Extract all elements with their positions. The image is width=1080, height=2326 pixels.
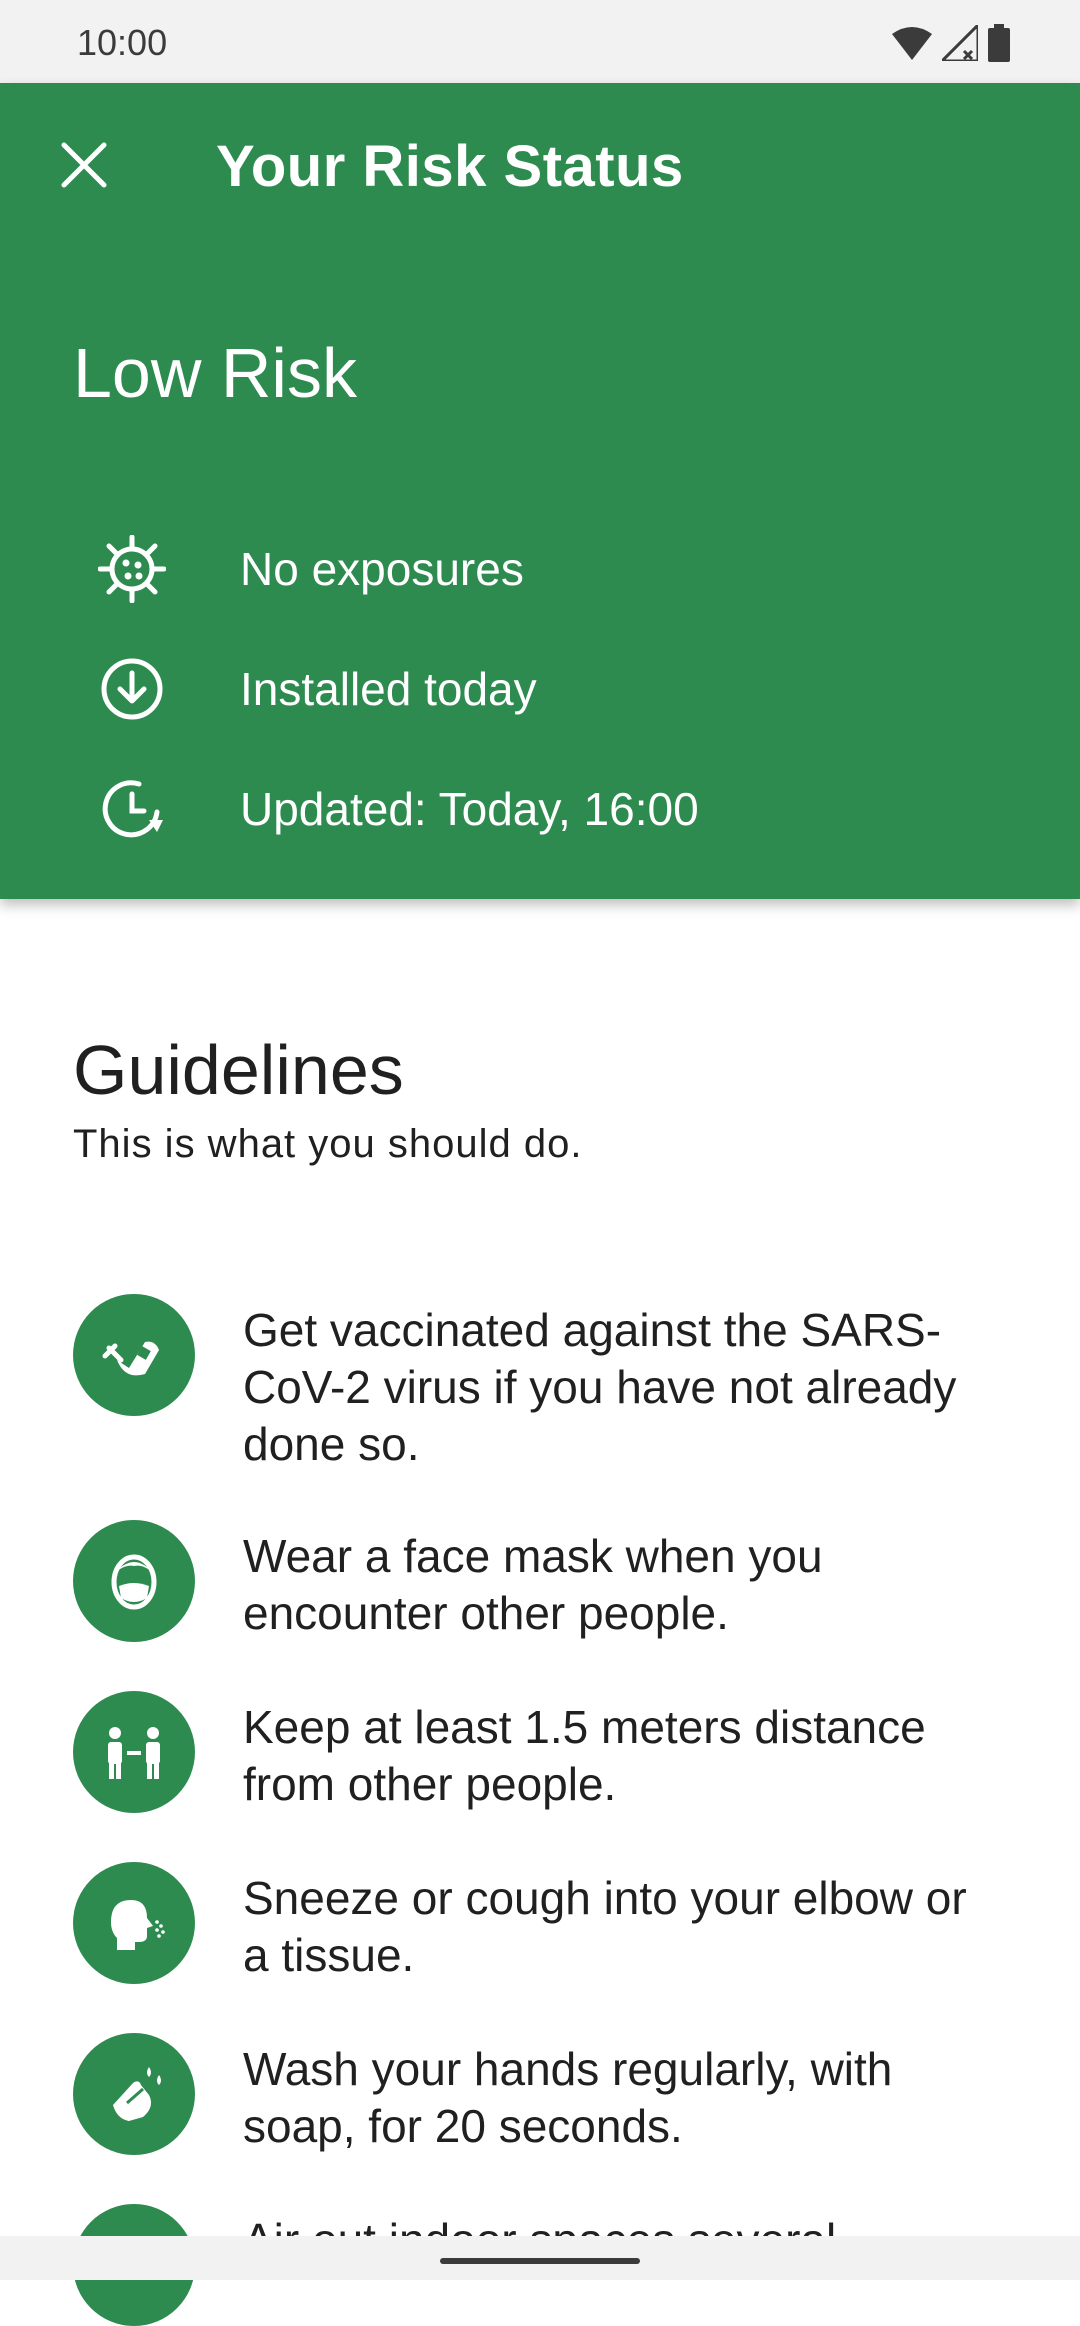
guideline-item: Keep at least 1.5 meters distance from o… xyxy=(73,1691,1013,1813)
battery-icon xyxy=(988,24,1010,67)
guideline-item: Wash your hands regularly, with soap, fo… xyxy=(73,2033,1013,2155)
page-title: Your Risk Status xyxy=(216,134,684,199)
home-gesture-handle[interactable] xyxy=(440,2258,640,2264)
info-row-exposures: No exposures xyxy=(96,529,996,609)
face-mask-icon xyxy=(73,1520,195,1642)
installed-text: Installed today xyxy=(240,663,537,715)
risk-level: Low Risk xyxy=(73,334,357,412)
status-time: 10:00 xyxy=(77,22,168,63)
wifi-icon xyxy=(892,26,932,65)
guideline-item: Sneeze or cough into your elbow or a tis… xyxy=(73,1862,1013,1984)
guideline-item: Wear a face mask when you encounter othe… xyxy=(73,1520,1013,1642)
status-icons xyxy=(892,21,1010,67)
guidelines-title: Guidelines xyxy=(73,1031,404,1109)
sneeze-icon xyxy=(73,1862,195,1984)
risk-status-header: Your Risk Status Low Risk No exposures I… xyxy=(0,83,1080,899)
guideline-text: Wear a face mask when you encounter othe… xyxy=(243,1530,823,1639)
guideline-item: Get vaccinated against the SARS-CoV-2 vi… xyxy=(73,1294,1013,1473)
wash-hands-icon xyxy=(73,2033,195,2155)
clock-refresh-icon xyxy=(96,773,168,845)
virus-icon xyxy=(96,533,168,605)
updated-text: Updated: Today, 16:00 xyxy=(240,783,699,835)
status-bar: 10:00 xyxy=(0,0,1080,83)
guideline-text: Sneeze or cough into your elbow or a tis… xyxy=(243,1872,967,1981)
close-icon xyxy=(60,141,108,194)
guideline-text: Get vaccinated against the SARS-CoV-2 vi… xyxy=(243,1304,957,1470)
vaccine-icon xyxy=(73,1294,195,1416)
guideline-text: Wash your hands regularly, with soap, fo… xyxy=(243,2043,893,2152)
exposures-text: No exposures xyxy=(240,543,524,595)
signal-icon xyxy=(938,21,980,66)
info-row-installed: Installed today xyxy=(96,649,996,729)
download-icon xyxy=(96,653,168,725)
distance-icon xyxy=(73,1691,195,1813)
guideline-text: Keep at least 1.5 meters distance from o… xyxy=(243,1701,926,1810)
info-row-updated: Updated: Today, 16:00 xyxy=(96,769,996,849)
navigation-bar xyxy=(0,2236,1080,2280)
guidelines-subtitle: This is what you should do. xyxy=(73,1122,583,1166)
close-button[interactable] xyxy=(52,135,116,199)
